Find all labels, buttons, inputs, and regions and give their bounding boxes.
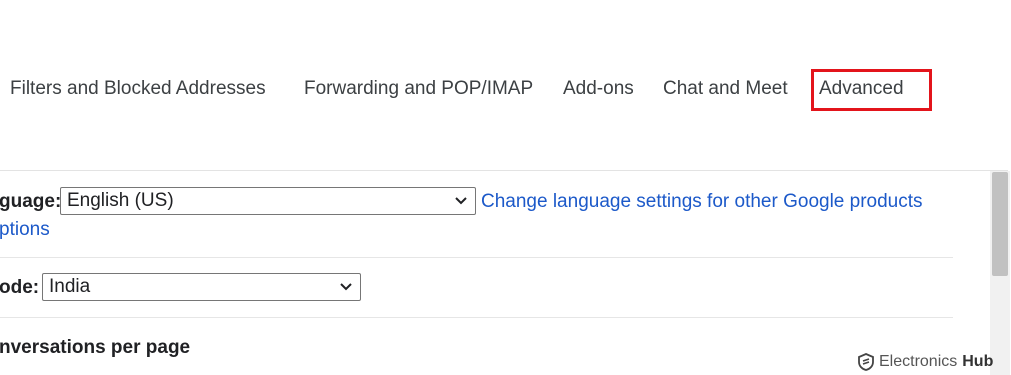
chevron-down-icon (455, 197, 467, 205)
tab-add-ons[interactable]: Add-ons (563, 78, 634, 100)
country-code-select[interactable]: India (42, 273, 361, 301)
language-options-link[interactable]: ptions (0, 219, 50, 241)
shield-logo-icon (858, 353, 874, 371)
change-language-settings-link[interactable]: Change language settings for other Googl… (481, 191, 923, 213)
row-divider (0, 257, 953, 258)
electronics-hub-watermark: Electronics Hub (858, 351, 993, 373)
language-select[interactable]: English (US) (60, 187, 476, 215)
watermark-text-strong: Hub (962, 353, 994, 370)
settings-tabs: Filters and Blocked Addresses Forwarding… (0, 70, 1000, 110)
row-divider (0, 317, 953, 318)
chevron-down-icon (340, 283, 352, 291)
tab-chat-and-meet[interactable]: Chat and Meet (663, 78, 788, 100)
country-code-label: ode: (0, 277, 40, 298)
country-code-select-value: India (49, 276, 91, 297)
tabs-divider (0, 170, 1008, 171)
scrollbar-thumb[interactable] (992, 172, 1008, 276)
language-select-value: English (US) (67, 190, 174, 211)
tab-advanced[interactable]: Advanced (819, 78, 904, 100)
tab-forwarding-and-pop-imap[interactable]: Forwarding and POP/IMAP (304, 78, 533, 100)
tab-filters-and-blocked-addresses[interactable]: Filters and Blocked Addresses (10, 78, 266, 100)
language-label: guage: (0, 191, 62, 212)
settings-page: Filters and Blocked Addresses Forwarding… (0, 0, 1011, 375)
watermark-text: Electronics (879, 353, 958, 370)
conversations-per-page-label: nversations per page (0, 337, 191, 358)
